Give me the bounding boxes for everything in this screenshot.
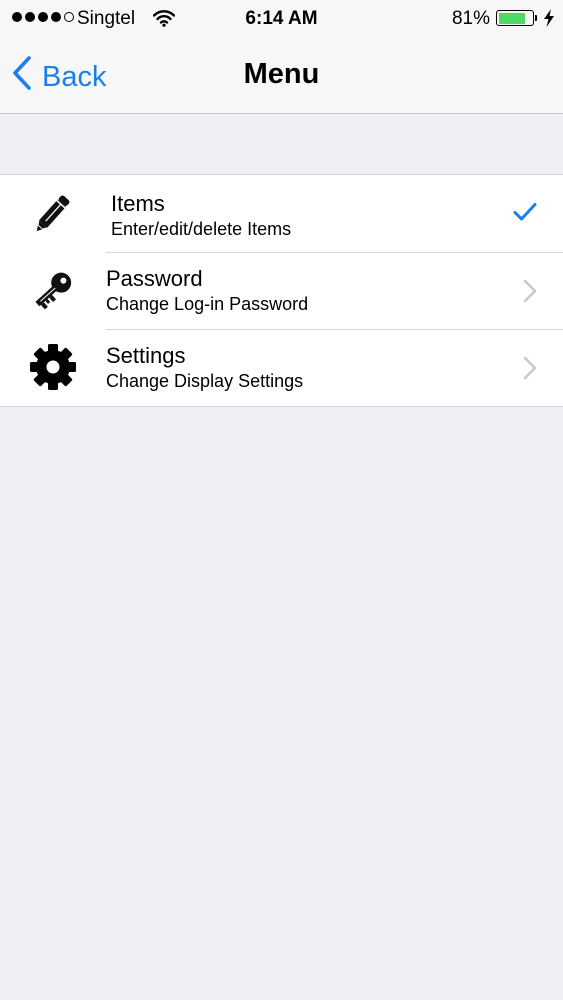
menu-list: Items Enter/edit/delete Items Password C…	[0, 174, 563, 407]
battery-percentage: 81%	[451, 8, 490, 29]
menu-item-settings[interactable]: Settings Change Display Settings	[0, 329, 563, 406]
menu-item-password[interactable]: Password Change Log-in Password	[0, 252, 563, 329]
pencil-icon	[28, 188, 78, 238]
menu-item-subtitle: Change Log-in Password	[106, 294, 309, 314]
page-title: Menu	[243, 58, 320, 90]
gear-icon	[28, 342, 78, 392]
menu-item-title: Items	[111, 191, 165, 216]
charging-bolt-icon	[543, 9, 555, 33]
checkmark-icon	[513, 202, 537, 227]
chevron-right-icon	[523, 279, 537, 308]
screen: Singtel 6:14 AM 81% Back Menu Items Ente…	[0, 0, 563, 1000]
menu-item-subtitle: Enter/edit/delete Items	[111, 219, 292, 239]
chevron-right-icon	[523, 356, 537, 385]
menu-item-subtitle: Change Display Settings	[106, 371, 304, 391]
top-bar: Singtel 6:14 AM 81% Back Menu	[0, 0, 563, 114]
menu-item-title: Password	[106, 266, 203, 291]
key-icon	[28, 265, 78, 315]
battery-level-fill	[498, 12, 526, 24]
menu-item-items[interactable]: Items Enter/edit/delete Items	[0, 175, 563, 252]
navigation-bar: Back Menu	[0, 38, 563, 113]
battery-tip	[535, 15, 537, 21]
status-bar: Singtel 6:14 AM 81%	[0, 0, 563, 38]
menu-item-title: Settings	[106, 343, 186, 368]
battery-icon	[496, 10, 534, 26]
